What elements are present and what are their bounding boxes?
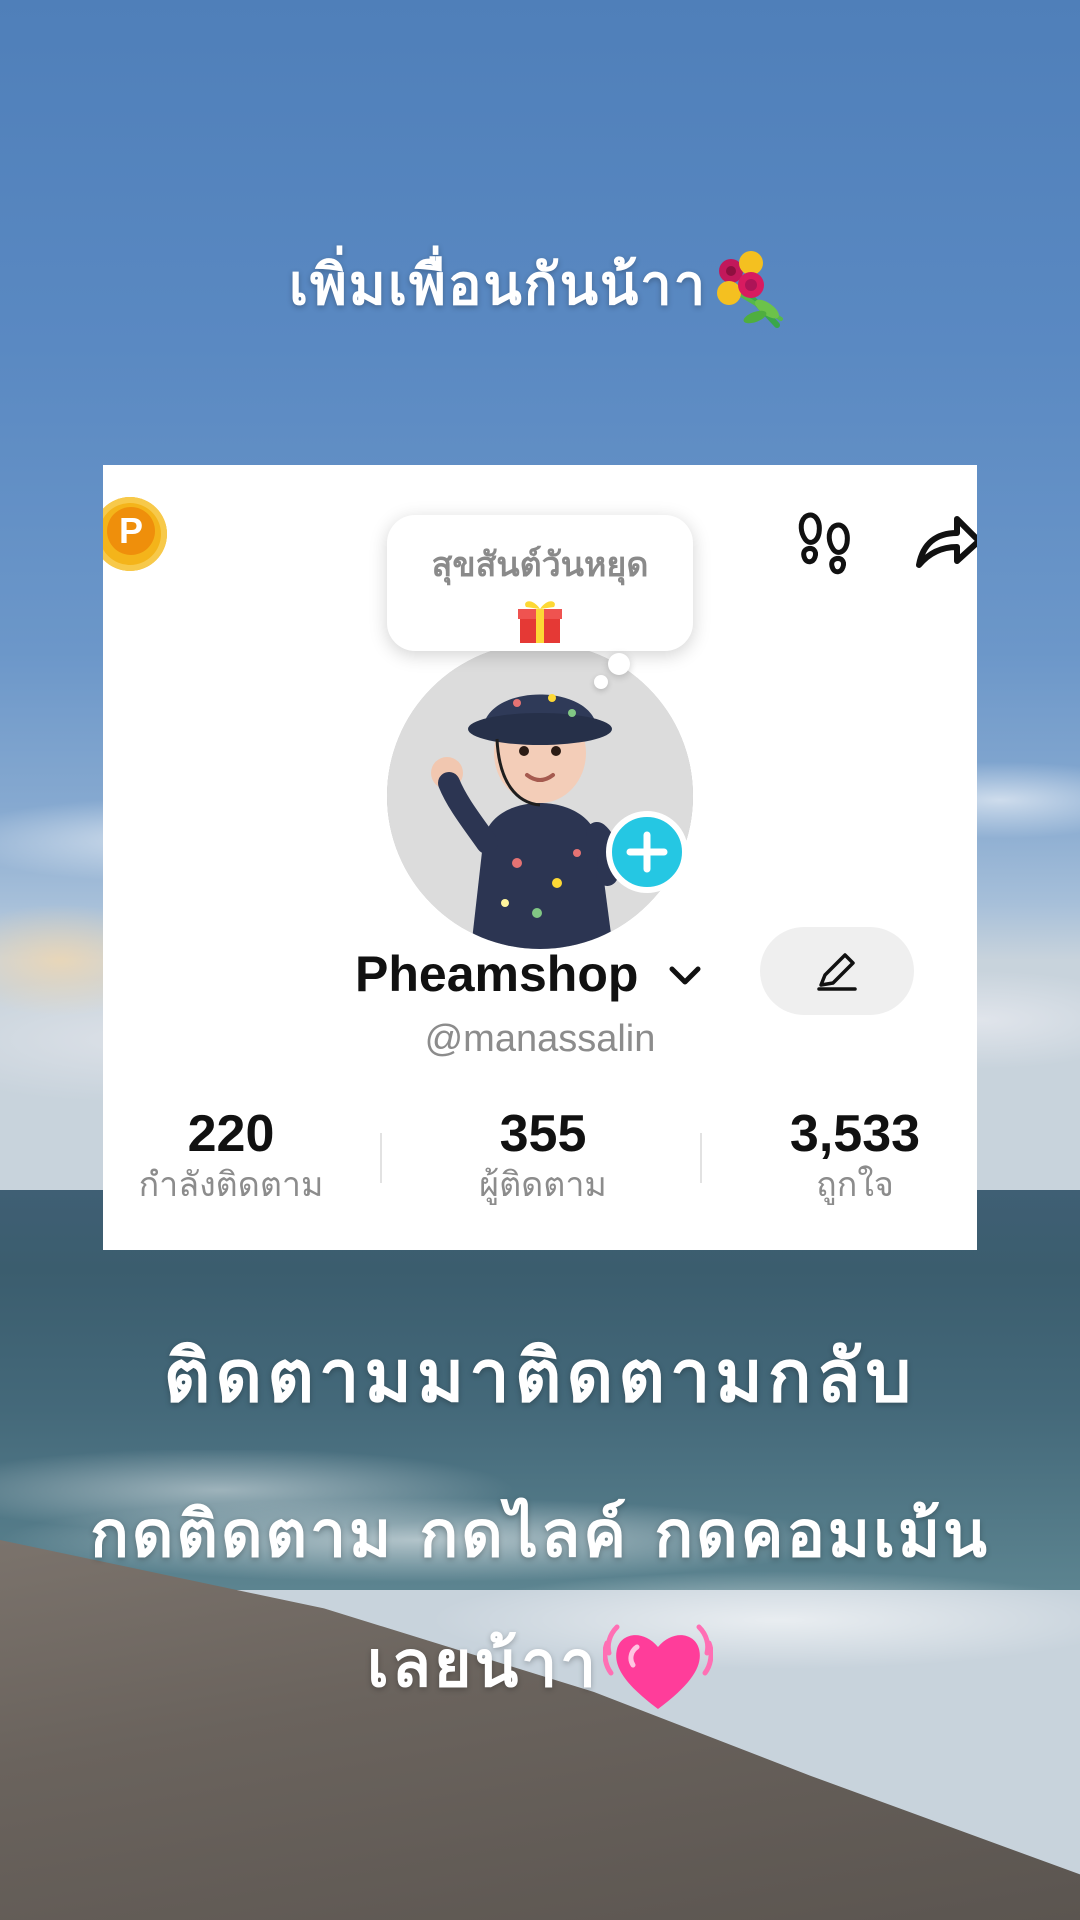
- add-avatar-button[interactable]: [606, 811, 688, 893]
- stat-value: 220: [187, 1105, 275, 1163]
- status-bubble[interactable]: สุขสันต์วันหยุด: [387, 515, 693, 651]
- stat-value: 3,533: [789, 1105, 921, 1163]
- stat-divider: [700, 1133, 702, 1183]
- caption-bottom: กดติดตาม กดไลค์ กดคอมเม้น เลยน้าา: [0, 1470, 1080, 1730]
- coin-letter: P: [107, 507, 155, 555]
- caption-middle: ติดตามมาติดตามกลับ: [163, 1334, 917, 1418]
- stat-following[interactable]: 220 กำลังติดตาม: [106, 1105, 356, 1207]
- caption-top-text: เพิ่มเพื่อนกันน้าา: [288, 253, 708, 318]
- edit-profile-button[interactable]: [760, 927, 914, 1015]
- stat-label: กำลังติดตาม: [138, 1165, 324, 1205]
- caption-bottom-line2-text: เลยน้าา: [366, 1628, 600, 1702]
- stat-label: ถูกใจ: [816, 1165, 894, 1205]
- gift-icon: [514, 595, 566, 647]
- beating-heart-icon: [602, 1613, 714, 1723]
- chevron-down-icon[interactable]: [666, 961, 704, 991]
- footprints-icon[interactable]: [791, 505, 861, 575]
- pencil-icon: [817, 953, 857, 991]
- caption-bottom-line2: เลยน้าา: [0, 1600, 1080, 1730]
- stats-row: 220 กำลังติดตาม 355 ผู้ติดตาม 3,533 ถูกใ…: [103, 1105, 977, 1225]
- stat-followers[interactable]: 355 ผู้ติดตาม: [418, 1105, 668, 1207]
- caption-bottom-line1: กดติดตาม กดไลค์ กดคอมเม้น: [90, 1498, 990, 1572]
- stat-value: 355: [499, 1105, 587, 1163]
- profile-card: P สุขสันต์วันหยุด Pheamshop @manassalin …: [103, 465, 977, 1250]
- stat-divider: [380, 1133, 382, 1183]
- share-icon[interactable]: [913, 505, 977, 575]
- bubble-tail: [608, 653, 630, 675]
- bubble-tail-small: [594, 675, 608, 689]
- bouquet-icon: [711, 249, 791, 329]
- stat-label: ผู้ติดตาม: [479, 1165, 607, 1205]
- user-handle: @manassalin: [424, 1018, 656, 1060]
- status-text: สุขสันต์วันหยุด: [431, 545, 649, 585]
- caption-top: เพิ่มเพื่อนกันน้าา: [0, 240, 1080, 329]
- stat-likes[interactable]: 3,533 ถูกใจ: [730, 1105, 977, 1207]
- coins-icon[interactable]: P: [103, 497, 167, 571]
- avatar[interactable]: [387, 643, 693, 949]
